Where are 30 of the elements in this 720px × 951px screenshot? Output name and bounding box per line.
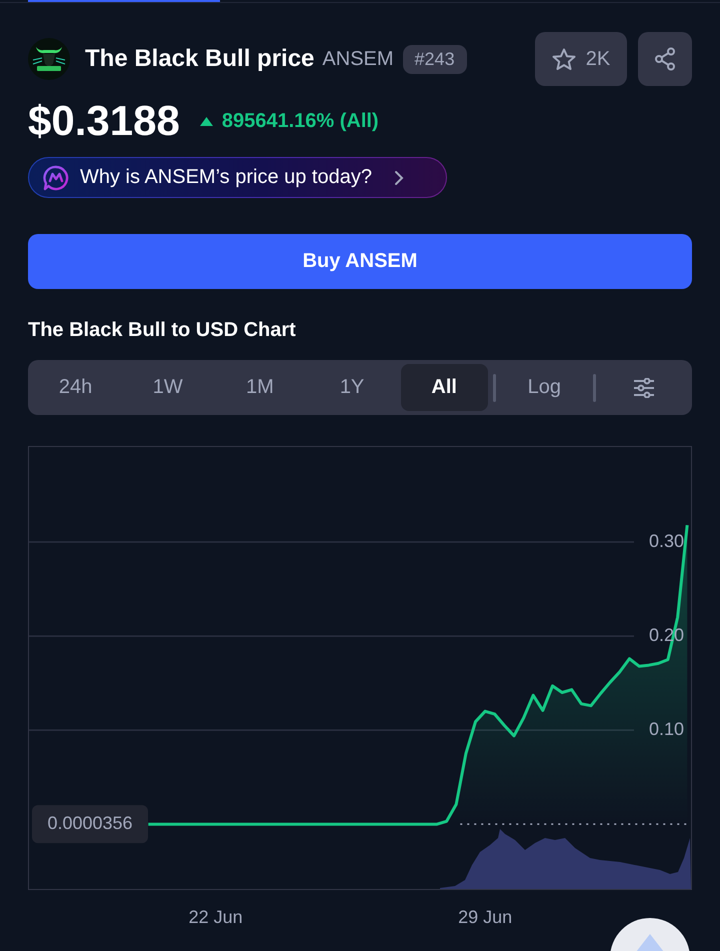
range-tab[interactable]: 24h: [32, 364, 120, 411]
share-icon: [654, 47, 676, 71]
range-tab[interactable]: 1Y: [308, 364, 396, 411]
coin-name: The Black Bull price: [85, 45, 314, 73]
chart-title: The Black Bull to USD Chart: [28, 318, 297, 343]
bull-logo-icon: [28, 38, 70, 80]
star-icon: [552, 48, 576, 70]
range-tab[interactable]: All: [400, 364, 488, 411]
watchlist-button[interactable]: 2K: [535, 32, 627, 86]
x-axis-label: 29 Jun: [458, 906, 512, 927]
price-change: 895641.16% (All): [222, 110, 379, 132]
chevron-right-icon: [394, 170, 404, 186]
log-scale-toggle[interactable]: Log: [500, 364, 588, 411]
share-button[interactable]: [638, 32, 692, 86]
triangle-icon: [636, 934, 664, 951]
range-tab[interactable]: 1W: [124, 364, 212, 411]
y-axis-label: 0.30: [648, 530, 684, 551]
ai-chat-icon: [43, 164, 69, 190]
reference-price-label: 0.0000356: [32, 805, 148, 844]
coin-symbol: ANSEM: [322, 48, 394, 70]
ref-line-label: 0.0000356: [47, 812, 133, 833]
price-value: $0.3188: [28, 97, 180, 145]
y-axis-label: 0.10: [648, 718, 684, 739]
sliders-icon: [633, 378, 656, 398]
triangle-up-icon: [200, 116, 213, 126]
rank-badge: #243: [402, 44, 467, 74]
x-axis-label: 22 Jun: [188, 906, 243, 927]
buy-button[interactable]: Buy ANSEM: [28, 234, 692, 289]
range-tab[interactable]: 1M: [216, 364, 304, 411]
ai-question-button[interactable]: Why is ANSEM’s price up today?: [28, 157, 447, 198]
